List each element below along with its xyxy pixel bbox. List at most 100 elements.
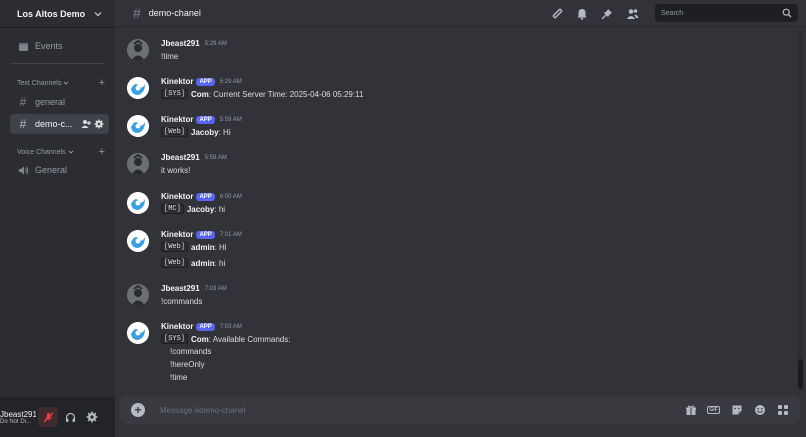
message-text: [Web] Jacoby : Hi [161,127,231,137]
bell-icon[interactable] [573,5,591,23]
gift-icon[interactable] [683,403,698,418]
message-time: 7:03 AM [219,323,242,330]
avatar[interactable] [127,230,149,252]
sidebar-item-label: general [35,97,66,107]
search-icon [782,8,792,18]
scrollbar-track[interactable] [798,31,803,389]
speaker-icon [17,164,29,176]
search-input[interactable]: Search [655,4,798,22]
command-list-item: !time [170,373,188,382]
command-list-item: !commands [170,347,212,356]
sender-name: Com [191,334,209,344]
source-tag: [SYS] [161,89,189,99]
headphones-icon [65,412,76,423]
threads-icon[interactable] [548,5,566,23]
category-text-channels[interactable]: Text Channels + [17,77,105,89]
category-label: Text Channels [17,79,62,87]
hash-icon: # [133,5,141,21]
message-text: !time [161,52,179,61]
avatar[interactable] [127,77,149,99]
add-channel-icon[interactable]: + [99,146,105,158]
message-body: : Available Commands: [208,334,291,344]
message-time: 5:59 AM [219,116,242,123]
message-author[interactable]: Jbeast291 [161,39,200,48]
avatar[interactable] [127,284,149,306]
gif-icon[interactable]: GIF [706,403,721,418]
message-author[interactable]: Kinektor [161,230,193,239]
message-author[interactable]: Kinektor [161,115,193,124]
user-info[interactable]: Jbeast291 Do Not Di... [0,410,36,425]
message-time: 5:29 AM [219,78,242,85]
add-member-icon[interactable] [81,119,91,129]
message-composer: + GIF [120,396,800,424]
avatar[interactable] [127,115,149,137]
avatar[interactable] [127,153,149,175]
user-name: Jbeast291 [0,409,36,419]
category-label: Voice Channels [17,148,66,156]
app-badge: APP [196,322,215,331]
add-channel-icon[interactable]: + [99,77,105,89]
mute-button[interactable] [38,407,58,427]
message-time: 5:59 AM [204,154,227,161]
message-text: !commands [161,297,203,306]
category-voice-channels[interactable]: Voice Channels + [17,146,105,158]
chevron-down-icon [93,9,103,19]
command-list-item: !hereOnly [170,360,205,369]
avatar[interactable] [127,39,149,61]
user-settings-button[interactable] [82,407,102,427]
message-text: it works! [161,166,191,175]
app-badge: APP [196,77,215,86]
message-author[interactable]: Kinektor [161,322,193,331]
message-author[interactable]: Kinektor [161,192,193,201]
pin-icon[interactable] [598,5,616,23]
source-tag: [SYS] [161,334,189,344]
gear-icon[interactable] [94,119,104,129]
deafen-button[interactable] [60,407,80,427]
sidebar-item-label: demo-c... [35,119,73,129]
channel-title: demo-chanel [148,8,201,18]
sidebar-divider [10,63,105,64]
sidebar-item-voice-general[interactable]: General [10,160,109,180]
sidebar-item-label: General [35,165,68,175]
app-badge: APP [196,115,215,124]
server-name: Los Altos Demo [17,8,86,19]
message-time: 7:03 AM [204,285,227,292]
emoji-icon[interactable] [752,403,767,418]
channel-header: # demo-chanel Search [115,0,806,27]
sidebar-item-general[interactable]: # general [10,92,109,112]
source-tag: [MC] [161,204,184,214]
app-badge: APP [196,230,215,239]
upload-plus-button[interactable]: + [131,403,145,417]
message-time: 5:29 AM [204,40,227,47]
hash-icon: # [19,117,27,131]
avatar[interactable] [127,192,149,214]
members-icon[interactable] [623,5,641,23]
message-author[interactable]: Jbeast291 [161,153,200,162]
message-body: : hi [214,258,226,268]
app-badge: APP [196,192,215,201]
sidebar-item-demo-chanel[interactable]: # demo-c... [10,114,109,134]
user-status: Do Not Di... [0,418,32,425]
calendar-icon [17,40,29,52]
sender-name: Jacoby [191,127,219,137]
message-text: [SYS] Com : Current Server Time: 2025-04… [161,89,363,99]
sender-name: Jacoby [186,204,215,214]
apps-icon[interactable] [775,403,790,418]
source-tag: [Web] [161,258,189,268]
sidebar-item-events[interactable]: Events [10,36,109,56]
message-body: : hi [214,204,226,214]
sender-name: Com [191,89,209,99]
message-author[interactable]: Kinektor [161,77,193,86]
avatar[interactable] [127,322,149,344]
message-body: : Hi [218,127,231,137]
scrollbar-thumb[interactable] [798,359,803,389]
message-text: [Web] admin : Hi [161,242,227,252]
message-input[interactable] [160,401,620,419]
sender-name: admin [191,258,215,268]
chevron-down-icon [63,80,69,86]
message-time: 7:01 AM [219,231,242,238]
message-author[interactable]: Jbeast291 [161,284,200,293]
mic-muted-icon [43,412,54,423]
server-header[interactable]: Los Altos Demo [0,0,115,28]
sticker-icon[interactable] [729,403,744,418]
